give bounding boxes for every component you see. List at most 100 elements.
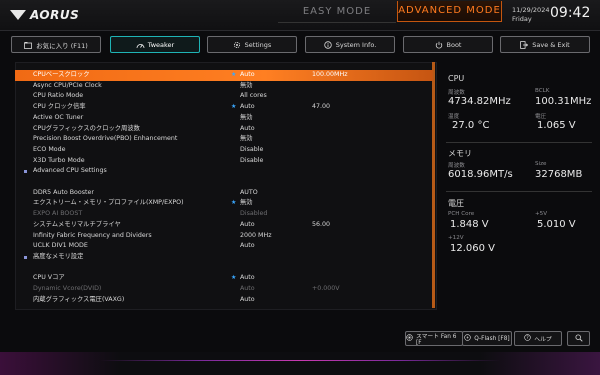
aorus-logo: AORUS: [10, 8, 79, 22]
setting-label: Dynamic Vcore(DVID): [33, 285, 102, 292]
row-advanced-cpu-settings[interactable]: Advanced CPU Settings: [15, 166, 433, 177]
power-icon: [435, 41, 443, 49]
tab-label: Settings: [244, 40, 272, 49]
setting-value: All cores: [240, 92, 267, 100]
gear-icon: [233, 41, 241, 49]
star-icon: ★: [231, 199, 237, 207]
search-button[interactable]: [567, 331, 590, 346]
setting-value: Auto: [240, 124, 255, 132]
setting-label: CPU Ratio Mode: [33, 92, 84, 100]
setting-value: Disable: [240, 145, 264, 153]
row-cpu-base-clock[interactable]: CPUベースクロック ★ Auto 100.00MHz: [15, 70, 433, 81]
setting-label: ECO Mode: [33, 145, 66, 153]
memory-size-value: 32768MB: [535, 169, 583, 180]
row-cpu-clock-ratio[interactable]: CPU クロック倍率 ★ Auto 47.00: [15, 102, 433, 113]
advanced-mode-button[interactable]: ADVANCED MODE: [397, 1, 502, 22]
setting-value: Auto: [240, 71, 255, 78]
setting-value: Auto: [240, 103, 255, 111]
pch-core-value: 1.848 V: [450, 219, 489, 230]
setting-value: Disabled: [240, 210, 268, 218]
row-dynamic-vcore: Dynamic Vcore(DVID) Auto +0.000V: [15, 284, 433, 295]
speedometer-icon: [136, 41, 145, 49]
cpu-voltage-value: 1.065 V: [537, 120, 576, 131]
rgb-footer-decoration: [0, 352, 600, 375]
setting-value: 2000 MHz: [240, 231, 272, 239]
setting-label: X3D Turbo Mode: [33, 156, 85, 164]
row-memory-multiplier[interactable]: システムメモリマルチプライヤ Auto 56.00: [15, 220, 433, 231]
star-icon: ★: [231, 103, 237, 111]
tab-system-info[interactable]: System Info.: [305, 36, 395, 53]
top-bar: AORUS EASY MODE ADVANCED MODE 11/29/2024…: [0, 0, 600, 31]
info-icon: [324, 40, 332, 49]
tab-settings[interactable]: Settings: [207, 36, 297, 53]
tab-tweaker[interactable]: Tweaker: [110, 36, 200, 53]
memory-size-caption: Size: [535, 161, 547, 167]
row-cpu-ratio-mode[interactable]: CPU Ratio Mode All cores: [15, 91, 433, 102]
row-cpu-vcore[interactable]: CPU Vコア ★ Auto: [15, 273, 433, 284]
setting-value: 無効: [240, 81, 253, 89]
setting-label: DDR5 Auto Booster: [33, 188, 94, 196]
cpu-voltage-caption: 電圧: [535, 114, 547, 120]
exit-icon: [520, 40, 529, 49]
row-advanced-memory-settings[interactable]: 高度なメモリ設定: [15, 252, 433, 263]
setting-label: Active OC Tuner: [33, 113, 84, 121]
tab-save-exit[interactable]: Save & Exit: [500, 36, 590, 53]
row-uclk-div1-mode[interactable]: UCLK DIV1 MODE Auto: [15, 241, 433, 252]
tab-label: Boot: [446, 40, 462, 49]
setting-label: エクストリーム・メモリ・プロファイル(XMP/EXPO): [33, 199, 184, 207]
setting-value: Auto: [240, 220, 255, 228]
help-icon: ?: [524, 334, 531, 343]
help-label: ヘルプ: [534, 337, 552, 343]
submenu-bullet-icon: [24, 255, 27, 259]
smart-fan-label: スマート Fan 6 [F: [416, 334, 457, 346]
aorus-eagle-icon: [10, 9, 26, 21]
row-igpu-voltage[interactable]: 内蔵グラフィックス電圧(VAXG) Auto: [15, 295, 433, 306]
rgb-light-strip: [100, 360, 500, 361]
setting-label: 高度なメモリ設定: [33, 252, 84, 260]
row-async-cpu-pcie-clock[interactable]: Async CPU/PCIe Clock 無効: [15, 81, 433, 92]
tab-label: お気に入り (F11): [36, 41, 88, 50]
setting-value: Auto: [240, 242, 255, 250]
submenu-bullet-icon: [24, 170, 27, 174]
row-cpu-graphics-clock[interactable]: CPUグラフィックスのクロック周波数 Auto: [15, 124, 433, 135]
qflash-button[interactable]: Q-Flash [F8]: [462, 331, 512, 346]
star-icon: ★: [231, 71, 237, 78]
tab-label: Tweaker: [147, 40, 175, 49]
setting-value: Disable: [240, 156, 264, 164]
folder-icon: [24, 41, 33, 49]
plus5v-value: 5.010 V: [537, 219, 576, 230]
row-ddr5-auto-booster[interactable]: DDR5 Auto Booster AUTO: [15, 188, 433, 199]
divider: [446, 142, 592, 143]
qflash-icon: [464, 334, 471, 343]
setting-value: AUTO: [240, 188, 258, 196]
setting-value: 無効: [240, 113, 253, 121]
row-eco-mode[interactable]: ECO Mode Disable: [15, 145, 433, 156]
row-active-oc-tuner[interactable]: Active OC Tuner 無効: [15, 113, 433, 124]
row-infinity-fabric[interactable]: Infinity Fabric Frequency and Dividers 2…: [15, 231, 433, 242]
main-tabs: お気に入り (F11) Tweaker Settings System Info…: [0, 36, 600, 54]
tab-boot[interactable]: Boot: [403, 36, 493, 53]
weekday-text: Friday: [512, 15, 532, 23]
row-xmp-expo[interactable]: エクストリーム・メモリ・プロファイル(XMP/EXPO) ★ 無効: [15, 198, 433, 209]
easy-mode-button[interactable]: EASY MODE: [278, 2, 396, 23]
tab-favorites[interactable]: お気に入り (F11): [11, 36, 101, 53]
memory-frequency-caption: 周波数: [448, 163, 465, 169]
divider: [446, 191, 592, 192]
setting-label: Async CPU/PCIe Clock: [33, 81, 102, 89]
setting-value: Auto: [240, 285, 255, 292]
cpu-frequency-caption: 周波数: [448, 90, 465, 96]
row-x3d-turbo-mode[interactable]: X3D Turbo Mode Disable: [15, 156, 433, 167]
smart-fan-button[interactable]: スマート Fan 6 [F: [405, 331, 463, 346]
setting-value: 無効: [240, 135, 253, 143]
help-button[interactable]: ? ヘルプ: [514, 331, 562, 346]
star-icon: ★: [231, 274, 237, 282]
setting-label: UCLK DIV1 MODE: [33, 242, 88, 250]
search-icon: [575, 334, 583, 344]
memory-section-title: メモリ: [448, 149, 472, 158]
voltage-section-title: 電圧: [448, 199, 464, 208]
row-pbo-enhancement[interactable]: Precision Boost Overdrive(PBO) Enhanceme…: [15, 134, 433, 145]
setting-readout: 56.00: [312, 220, 331, 228]
setting-label: Advanced CPU Settings: [33, 167, 107, 175]
setting-label: 内蔵グラフィックス電圧(VAXG): [33, 295, 125, 303]
cpu-temp-value: 27.0 °C: [452, 120, 490, 131]
